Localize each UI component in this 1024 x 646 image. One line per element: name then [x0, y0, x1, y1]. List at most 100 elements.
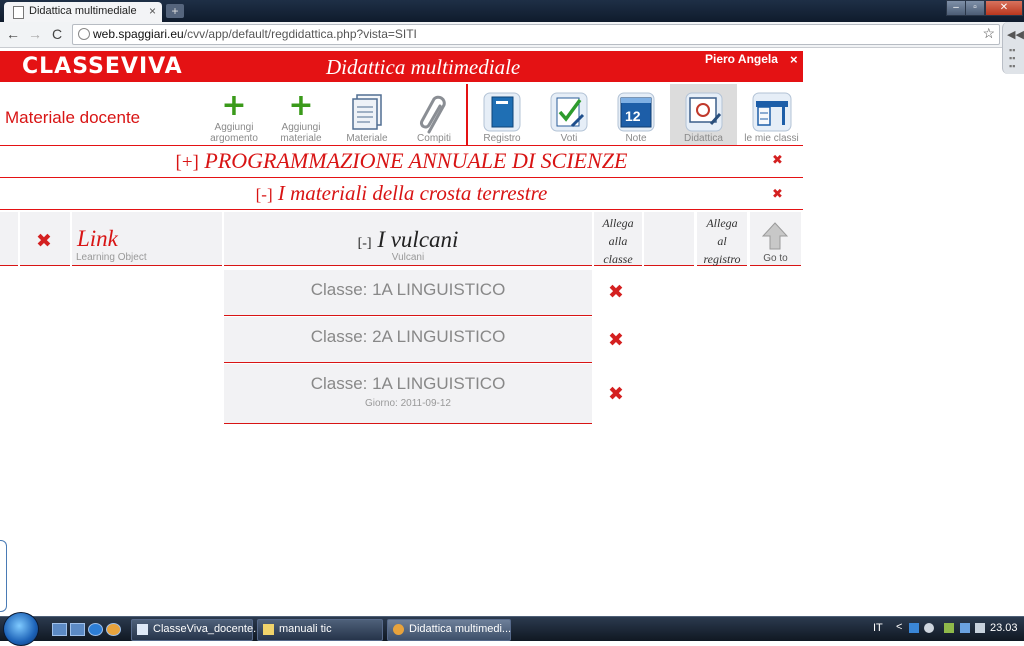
class-day: Giorno: 2011-09-12 [365, 398, 451, 409]
detach-class-icon[interactable]: ✖ [608, 329, 624, 351]
register-button[interactable]: Registro [477, 84, 527, 145]
user-name: Piero Angela [705, 52, 778, 66]
grades-button[interactable]: Voti [544, 84, 594, 145]
window-title-bar: Didattica multimediale × + – ▫ ✕ [0, 0, 1024, 22]
topic-row: [-] I materiali della crosta terrestre ✖ [0, 181, 803, 208]
attach-class-header[interactable]: Allega alla classe [594, 212, 642, 266]
forward-arrow-icon[interactable]: → [27, 26, 43, 42]
class-label: Classe: 1A LINGUISTICO [310, 280, 506, 299]
materials-button[interactable]: Materiale [342, 84, 392, 145]
divider [0, 177, 803, 178]
tray-app-icon[interactable] [924, 623, 934, 633]
attach-register-header[interactable]: Allega al registro [697, 212, 747, 266]
collapse-arrows-icon[interactable]: ◀◀ [1007, 28, 1024, 41]
goto-label: Go to [763, 253, 788, 264]
globe-icon [78, 28, 90, 40]
grades-label: Voti [560, 133, 578, 144]
delete-programme-icon[interactable]: ✖ [772, 153, 783, 168]
register-book-icon [483, 92, 521, 132]
programme-row: [+] PROGRAMMAZIONE ANNUALE DI SCIENZE ✖ [0, 148, 803, 175]
grades-check-icon [550, 92, 588, 132]
topic-title-text: I materiali della crosta terrestre [277, 181, 548, 205]
delete-topic-icon[interactable]: ✖ [772, 187, 783, 202]
bookmark-star-icon[interactable]: ☆ [982, 25, 995, 42]
documents-icon [352, 94, 382, 130]
add-material-button[interactable]: + Aggiungi materiale [275, 84, 327, 145]
browser-tab[interactable]: Didattica multimediale × [4, 2, 162, 22]
delete-material-icon[interactable]: ✖ [36, 230, 52, 252]
chrome-icon [393, 624, 404, 635]
calendar-icon: 12 [617, 92, 655, 132]
collapse-toggle[interactable]: [-] [256, 185, 273, 204]
window-close-button[interactable]: ✕ [985, 0, 1023, 16]
topic-title[interactable]: [-] I materiali della crosta terrestre [0, 181, 803, 206]
address-bar[interactable]: web.spaggiari.eu/cvv/app/default/regdida… [72, 24, 1000, 45]
minimize-button[interactable]: – [946, 0, 966, 16]
collapse-toggle[interactable]: [-] [358, 236, 372, 251]
paperclip-icon [420, 95, 446, 134]
logout-close-icon[interactable]: × [790, 52, 798, 67]
reload-icon[interactable]: C [49, 26, 65, 42]
toolbar-separator [466, 84, 468, 145]
material-name[interactable]: [-] I vulcani [224, 227, 592, 253]
plus-icon: + [221, 88, 247, 123]
folder-icon [263, 624, 274, 635]
new-tab-button[interactable]: + [166, 4, 184, 18]
chrome-icon[interactable] [106, 623, 121, 636]
add-topic-button[interactable]: + Aggiungi argomento [208, 84, 260, 145]
register-label: Registro [483, 133, 521, 144]
homework-button[interactable]: Compiti [409, 84, 459, 145]
my-classes-button[interactable]: le mie classi [740, 84, 803, 145]
taskbar-item-active[interactable]: Didattica multimedi... [387, 619, 511, 641]
app-header: CLASSEVIVA Didattica multimediale Piero … [0, 51, 803, 82]
attach-class-label: Allega alla classe [602, 216, 634, 266]
goto-button[interactable]: Go to [750, 212, 801, 266]
class-label: Classe: 2A LINGUISTICO [310, 327, 506, 346]
side-panel-handle[interactable]: ◀◀ ▪▪ ▪▪ ▪▪ [1002, 22, 1024, 74]
url-text[interactable]: web.spaggiari.eu/cvv/app/default/regdida… [93, 27, 417, 41]
my-classes-label: le mie classi [744, 133, 799, 144]
add-topic-label: Aggiungi argomento [210, 122, 258, 144]
expand-toggle[interactable]: [+] [176, 152, 199, 173]
tray-app-icon[interactable] [909, 623, 919, 633]
tab-close-icon[interactable]: × [149, 4, 156, 18]
didactics-icon [685, 92, 722, 132]
material-type-title: Link [77, 226, 118, 251]
start-button[interactable] [3, 612, 39, 646]
notes-button[interactable]: 12 Note [611, 84, 661, 145]
volume-icon[interactable] [975, 623, 985, 633]
didactics-button[interactable]: Didattica [670, 84, 737, 145]
plus-icon: + [288, 88, 314, 123]
homework-label: Compiti [417, 133, 451, 144]
show-hidden-icons-icon[interactable]: < [896, 621, 902, 633]
programme-title[interactable]: [+] PROGRAMMAZIONE ANNUALE DI SCIENZE [0, 148, 803, 174]
clock[interactable]: 23.03 [990, 622, 1018, 634]
tab-title: Didattica multimediale [29, 5, 137, 17]
network-icon[interactable] [960, 623, 970, 633]
row-handle-cell [0, 212, 18, 266]
didactics-label: Didattica [684, 133, 723, 144]
material-type-subtitle: Learning Object [76, 252, 147, 263]
back-arrow-icon[interactable]: ← [5, 26, 21, 42]
up-arrow-icon [762, 222, 788, 250]
detach-class-icon[interactable]: ✖ [608, 281, 624, 303]
material-subtitle: Vulcani [391, 252, 425, 263]
url-host: web.spaggiari.eu [93, 27, 184, 41]
desk-icon [752, 92, 791, 132]
class-row: Classe: 1A LINGUISTICO Giorno: 2011-09-1… [224, 364, 592, 424]
maximize-button[interactable]: ▫ [965, 0, 985, 16]
document-icon [137, 624, 148, 635]
detach-class-icon[interactable]: ✖ [608, 383, 624, 405]
material-type-cell: Link Learning Object [72, 212, 222, 266]
battery-icon[interactable] [944, 623, 954, 633]
programme-title-text: PROGRAMMAZIONE ANNUALE DI SCIENZE [204, 148, 628, 173]
windows-taskbar: ClasseViva_docente.... manuali tic Didat… [0, 612, 1024, 646]
taskbar-item[interactable]: manuali tic [257, 619, 383, 641]
show-desktop-icon[interactable] [52, 623, 67, 636]
internet-explorer-icon[interactable] [88, 623, 103, 636]
divider [0, 145, 803, 146]
empty-header-cell [644, 212, 694, 266]
language-indicator[interactable]: IT [873, 622, 883, 634]
switch-windows-icon[interactable] [70, 623, 85, 636]
taskbar-item[interactable]: ClasseViva_docente.... [131, 619, 265, 641]
